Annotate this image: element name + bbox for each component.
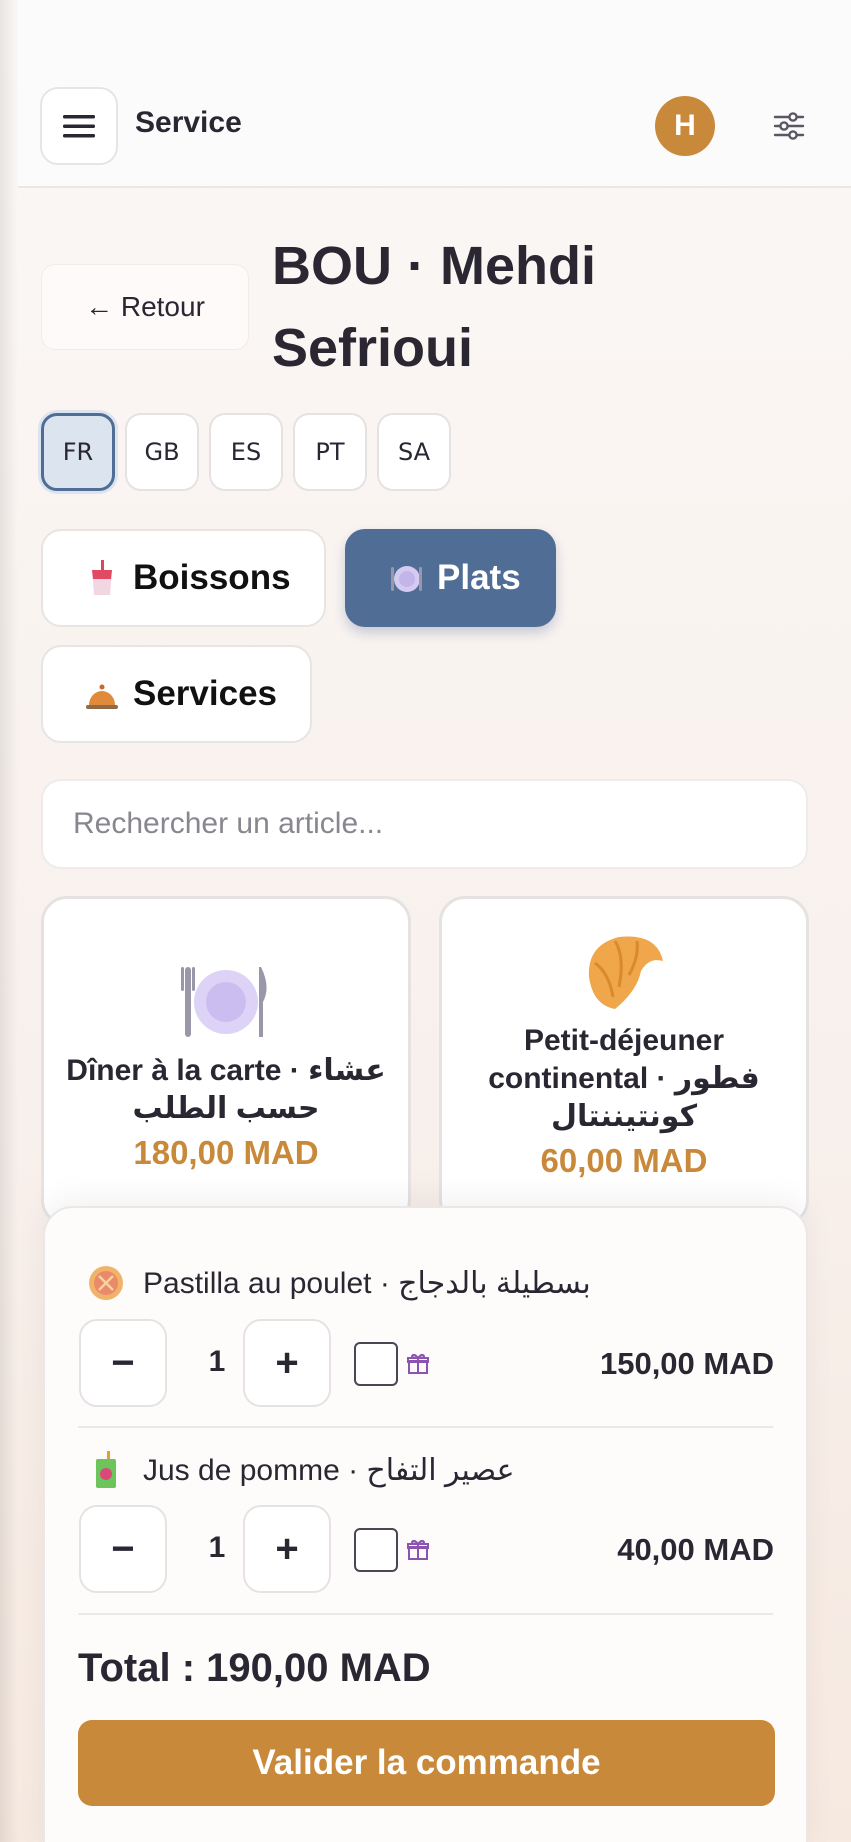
cart-line-name: Pastilla au poulet · بسطيلة بالدجاج [143,1266,591,1300]
drink-cup-icon [92,560,112,595]
validate-order-button[interactable]: Valider la commande [78,1720,775,1806]
gift-checkbox[interactable] [354,1342,398,1386]
cart-line-header: Pastilla au poulet · بسطيلة بالدجاج [87,1263,591,1303]
language-selector: FR GB ES PT SA [41,413,451,491]
lang-es[interactable]: ES [209,413,283,491]
sliders-icon[interactable] [772,110,806,142]
decrease-button[interactable]: − [79,1505,167,1593]
product-name: Dîner à la carte · عشاء حسب الطلب [66,1054,386,1125]
cart-panel: Pastilla au poulet · بسطيلة بالدجاج − 1 … [43,1206,808,1842]
cart-line-price: 40,00 MAD [617,1532,774,1567]
product-price: 180,00 MAD [133,1134,319,1171]
guest-title: BOU · Mehdi Sefrioui [272,236,596,378]
product-price: 60,00 MAD [540,1142,708,1179]
category-services[interactable]: Services [41,645,312,743]
increase-button[interactable]: + [243,1319,331,1407]
increase-button[interactable]: + [243,1505,331,1593]
cart-line-name: Jus de pomme · عصير التفاح [143,1453,515,1487]
pastilla-icon [89,1266,123,1300]
cart-line-header: Jus de pomme · عصير التفاح [87,1450,515,1490]
quantity-value: 1 [208,1531,226,1564]
juice-box-icon [96,1451,116,1488]
gift-icon [407,1539,429,1560]
cart-line-price: 150,00 MAD [599,1346,774,1381]
category-services-label: Services [133,674,278,713]
category-boissons-label: Boissons [133,558,291,597]
top-bar: Service H [18,0,851,188]
product-card[interactable]: Petit-déjeuner continental · فطور كونتين… [439,896,809,1226]
back-button[interactable]: ← Retour [41,264,249,350]
decrease-button[interactable]: − [79,1319,167,1407]
cart-divider [78,1613,773,1615]
service-bell-icon [86,684,118,709]
lang-sa[interactable]: SA [377,413,451,491]
category-plats-label: Plats [437,558,521,597]
plate-cutlery-icon [181,967,267,1037]
lang-gb[interactable]: GB [125,413,199,491]
gift-checkbox[interactable] [354,1528,398,1572]
plate-icon [391,566,422,592]
product-card[interactable]: Dîner à la carte · عشاء حسب الطلب 180,00… [41,896,411,1226]
gift-icon [407,1353,429,1374]
croissant-icon [588,936,663,1009]
app-title: Service [135,106,242,139]
hamburger-icon [63,115,95,138]
menu-button[interactable] [40,87,118,165]
category-plats[interactable]: Plats [345,529,556,627]
lang-pt[interactable]: PT [293,413,367,491]
search-input[interactable]: Rechercher un article... [41,779,808,869]
category-boissons[interactable]: Boissons [41,529,326,627]
quantity-value: 1 [208,1345,226,1378]
avatar[interactable]: H [655,96,715,156]
left-edge-shadow [0,0,18,1842]
product-name: Petit-déjeuner continental · فطور كونتين… [488,1024,760,1133]
lang-fr[interactable]: FR [41,413,115,491]
cart-divider [78,1426,773,1428]
cart-total: Total : 190,00 MAD [78,1646,431,1690]
